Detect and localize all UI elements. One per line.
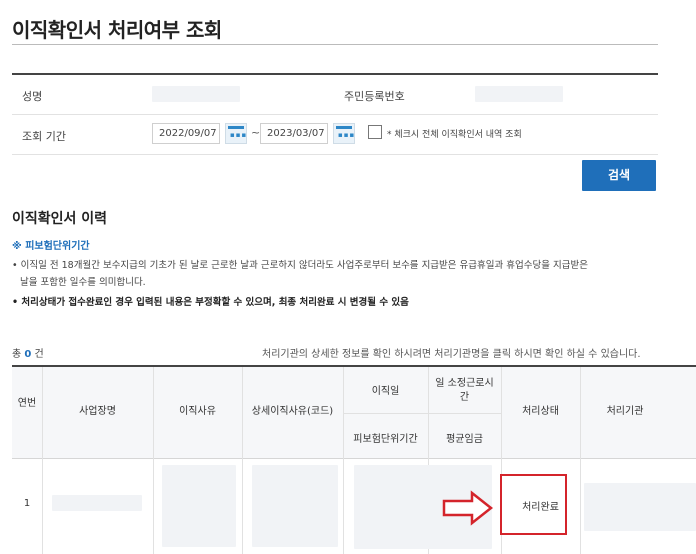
row-seq: 1 <box>23 498 31 509</box>
all-history-note: * 체크시 전체 이직확인서 내역 조회 <box>387 130 522 140</box>
note-line-1: • 이직일 전 18개월간 보수지급의 기초가 된 날로 근로한 날과 근로하지… <box>12 260 588 271</box>
rrn-label: 주민등록번호 <box>344 90 405 103</box>
header-insured-period: 피보험단위기간 <box>353 434 418 445</box>
section-title: 이직확인서 이력 <box>12 211 108 227</box>
header-status: 처리상태 <box>522 406 559 417</box>
note-line-2: 날을 포함한 일수를 의미합니다. <box>20 277 146 288</box>
reason-redacted <box>162 465 236 547</box>
all-history-checkbox[interactable] <box>368 125 382 139</box>
header-reason: 이직사유 <box>179 406 216 417</box>
company-redacted <box>52 495 142 511</box>
agency-redacted[interactable] <box>584 483 696 531</box>
total-count: 총 0 건 <box>12 345 44 360</box>
arrow-right-icon <box>442 490 494 526</box>
calendar-from-icon[interactable]: ▪▪▪ <box>225 123 247 144</box>
page-title: 이직확인서 처리여부 조회 <box>12 18 222 42</box>
date-separator: ~ <box>251 126 261 139</box>
header-avg-wage: 평균임금 <box>446 434 483 445</box>
history-table: 연번 사업장명 이직사유 상세이직사유(코드) 이직일 일 소정근로시간 피보험… <box>12 365 696 554</box>
title-divider <box>12 44 658 45</box>
header-reason-detail: 상세이직사유(코드) <box>251 406 334 417</box>
reason-detail-redacted <box>252 465 338 547</box>
calendar-to-icon[interactable]: ▪▪▪ <box>333 123 355 144</box>
header-seq: 연번 <box>17 398 37 409</box>
status-highlight-box <box>500 474 567 535</box>
period-label: 조회 기간 <box>22 130 66 143</box>
name-value-redacted <box>152 86 240 102</box>
agency-guide-text: 처리기관의 상세한 정보를 확인 하시려면 처리기관명을 클릭 하시면 확인 하… <box>262 349 641 360</box>
header-working-hours: 일 소정근로시간 <box>435 378 494 403</box>
name-label: 성명 <box>22 90 43 103</box>
header-leave-date: 이직일 <box>371 386 400 397</box>
note-line-3: • 처리상태가 접수완료인 경우 입력된 내용은 부정확할 수 있으며, 최종 … <box>12 297 409 308</box>
total-prefix: 총 <box>12 349 22 360</box>
date-to-input[interactable]: 2023/03/07 <box>260 123 328 144</box>
total-number: 0 <box>24 349 32 360</box>
note-heading: ※ 피보험단위기간 <box>12 241 90 252</box>
date-from-input[interactable]: 2022/09/07 <box>152 123 220 144</box>
search-button[interactable]: 검색 <box>582 160 656 191</box>
header-company: 사업장명 <box>79 406 116 417</box>
total-unit: 건 <box>34 349 44 360</box>
header-agency: 처리기관 <box>606 406 644 417</box>
rrn-value-redacted <box>475 86 563 102</box>
